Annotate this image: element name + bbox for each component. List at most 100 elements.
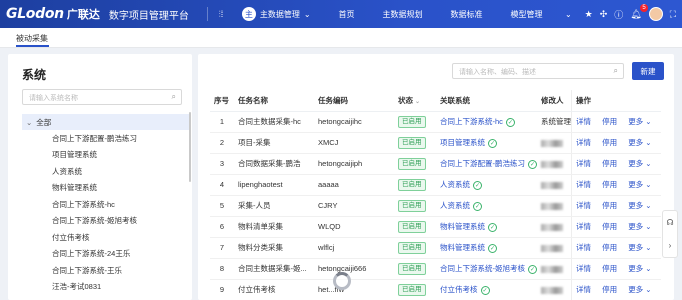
new-button[interactable]: 新建	[632, 62, 664, 80]
cell-related-system: 合同上下游配置-鹏浩练习 ✓	[436, 153, 537, 175]
chevron-down-icon[interactable]: ⌄	[26, 118, 32, 127]
detail-link[interactable]: 详情	[576, 180, 591, 189]
blurred-modifier	[541, 139, 563, 147]
app-switcher-icon[interactable]: ⫶⁞	[214, 7, 228, 21]
nav-data-standard[interactable]: 数据标准	[437, 9, 497, 20]
chevron-down-icon: ⌄	[645, 138, 652, 147]
table-row[interactable]: 1 合同主数据采集-hc hetongcaijihc 已启用 合同上下游系统-h…	[210, 111, 661, 133]
star-icon[interactable]: ★	[585, 9, 593, 20]
more-dropdown[interactable]: 更多 ⌄	[628, 138, 651, 147]
cell-actions: 详情 停用 更多 ⌄	[571, 174, 661, 196]
tree-item[interactable]: 合同上下游系统-姬旭考核	[22, 213, 190, 230]
more-dropdown[interactable]: 更多 ⌄	[628, 264, 651, 273]
detail-link[interactable]: 详情	[576, 222, 591, 231]
tree-item[interactable]: 人资系统	[22, 163, 190, 180]
cell-modifier	[537, 279, 572, 300]
info-icon[interactable]: ⓘ	[614, 8, 623, 21]
tree-item[interactable]: 项目管理系统	[22, 147, 190, 164]
cell-actions: 详情 停用 更多 ⌄	[571, 132, 661, 154]
bell-icon[interactable]: 🔔︎ 5	[630, 3, 648, 20]
panel-title: 系统	[22, 68, 47, 82]
detail-link[interactable]: 详情	[576, 243, 591, 252]
more-dropdown[interactable]: 更多 ⌄	[628, 180, 651, 189]
headset-icon[interactable]: ☊	[666, 218, 673, 227]
table-row[interactable]: 3 合同数据采集-鹏浩 hetongcaijiph 已启用 合同上下游配置-鹏浩…	[210, 153, 661, 175]
system-search-input[interactable]: 请输入系统名称 ⌕	[22, 89, 182, 105]
more-dropdown[interactable]: 更多 ⌄	[628, 159, 651, 168]
user-avatar[interactable]	[648, 7, 663, 21]
collapse-chevron-icon[interactable]: ⌄	[565, 10, 572, 19]
table-row[interactable]: 9 付立伟考核 het...ffw 已启用 付立伟考核 ✓ 详情 停用 更多 ⌄	[210, 279, 661, 300]
disable-link[interactable]: 停用	[602, 243, 617, 252]
disable-link[interactable]: 停用	[602, 222, 617, 231]
disable-link[interactable]: 停用	[602, 285, 617, 294]
filter-icon[interactable]: ⌄	[415, 99, 420, 105]
table-row[interactable]: 2 项目-采集 XMCJ 已启用 项目管理系统 ✓ 详情 停用 更多 ⌄	[210, 132, 661, 154]
tree-item[interactable]: 合同上下游系统-王乐	[22, 262, 190, 279]
modifier-text: 系统管理	[541, 117, 571, 126]
more-dropdown[interactable]: 更多 ⌄	[628, 243, 651, 252]
table-row[interactable]: 5 采集-人员 CJRY 已启用 人资系统 ✓ 详情 停用 更多 ⌄	[210, 195, 661, 217]
more-dropdown[interactable]: 更多 ⌄	[628, 201, 651, 210]
disable-link[interactable]: 停用	[602, 180, 617, 189]
search-icon[interactable]: ⌕	[172, 92, 176, 102]
detail-link[interactable]: 详情	[576, 159, 591, 168]
related-system-link[interactable]: 人资系统	[440, 180, 470, 189]
tab-passive-collection[interactable]: 被动采集	[16, 33, 48, 44]
related-system-link[interactable]: 物料管理系统	[440, 243, 485, 252]
status-badge: 已启用	[398, 262, 426, 275]
disable-link[interactable]: 停用	[602, 201, 617, 210]
cell-actions: 详情 停用 更多 ⌄	[571, 153, 661, 175]
tree-item[interactable]: 合同上下游系统-hc	[22, 196, 190, 213]
top-navigation-bar: GLodon 广联达 数字项目管理平台 ⫶⁞ 主 主数据管理 ⌄ 首页 主数据规…	[0, 0, 682, 28]
nav-master-data-planning[interactable]: 主数据规划	[369, 9, 437, 20]
detail-link[interactable]: 详情	[576, 264, 591, 273]
tree-item[interactable]: 合同上下游系统-24王乐	[22, 246, 190, 263]
link-icon[interactable]: ✣	[600, 9, 608, 20]
search-icon[interactable]: ⌕	[614, 66, 618, 76]
related-system-link[interactable]: 合同上下游配置-鹏浩练习	[440, 159, 525, 168]
tree-item[interactable]: 付立伟考核	[22, 229, 190, 246]
tree-item[interactable]: 物料管理系统	[22, 180, 190, 197]
cell-modifier	[537, 195, 572, 217]
related-system-link[interactable]: 合同上下游系统-hc	[440, 117, 503, 126]
active-tab-indicator	[16, 45, 49, 47]
more-dropdown[interactable]: 更多 ⌄	[628, 222, 651, 231]
side-float-toolbar: ☊ ›	[662, 210, 678, 258]
detail-link[interactable]: 详情	[576, 201, 591, 210]
detail-link[interactable]: 详情	[576, 138, 591, 147]
detail-link[interactable]: 详情	[576, 285, 591, 294]
scrollbar[interactable]	[189, 112, 191, 182]
cell-status: 已启用	[394, 279, 436, 300]
table-row[interactable]: 8 合同主数据采集-姬... hetongcaiji666 已启用 合同上下游系…	[210, 258, 661, 280]
more-dropdown[interactable]: 更多 ⌄	[628, 117, 651, 126]
cell-actions: 详情 停用 更多 ⌄	[571, 258, 661, 280]
nav-model-management[interactable]: 模型管理	[497, 9, 557, 20]
task-search-input[interactable]: 请输入名称、编码、描述 ⌕	[452, 63, 624, 79]
column-header-status[interactable]: 状态 ⌄	[394, 90, 436, 112]
disable-link[interactable]: 停用	[602, 117, 617, 126]
table-row[interactable]: 4 lipenghaotest aaaaa 已启用 人资系统 ✓ 详情 停用 更多…	[210, 174, 661, 196]
disable-link[interactable]: 停用	[602, 159, 617, 168]
detail-link[interactable]: 详情	[576, 117, 591, 126]
tree-item[interactable]: 合同上下游配置-鹏浩练习	[22, 130, 190, 147]
cell-seq: 1	[210, 111, 234, 133]
related-system-link[interactable]: 物料管理系统	[440, 222, 485, 231]
related-system-link[interactable]: 人资系统	[440, 201, 470, 210]
disable-link[interactable]: 停用	[602, 264, 617, 273]
table-row[interactable]: 6 物料清单采集 WLQD 已启用 物料管理系统 ✓ 详情 停用 更多 ⌄	[210, 216, 661, 238]
chevron-right-icon[interactable]: ›	[669, 241, 672, 250]
related-system-link[interactable]: 项目管理系统	[440, 138, 485, 147]
related-system-link[interactable]: 付立伟考核	[440, 285, 478, 294]
app-select-dropdown[interactable]: 主 主数据管理 ⌄	[241, 7, 311, 21]
disable-link[interactable]: 停用	[602, 138, 617, 147]
table-row[interactable]: 7 物料分类采集 wlflcj 已启用 物料管理系统 ✓ 详情 停用 更多 ⌄	[210, 237, 661, 259]
tree-root-all[interactable]: ⌄ 全部	[22, 114, 190, 130]
tree-item[interactable]: 汪浩-考试0831	[22, 279, 190, 296]
fullscreen-icon[interactable]: ⛶	[670, 9, 676, 20]
more-label: 更多	[628, 117, 644, 126]
cell-related-system: 物料管理系统 ✓	[436, 216, 537, 238]
nav-home[interactable]: 首页	[329, 9, 369, 20]
related-system-link[interactable]: 合同上下游系统-姬旭考核	[440, 264, 525, 273]
more-dropdown[interactable]: 更多 ⌄	[628, 285, 651, 294]
